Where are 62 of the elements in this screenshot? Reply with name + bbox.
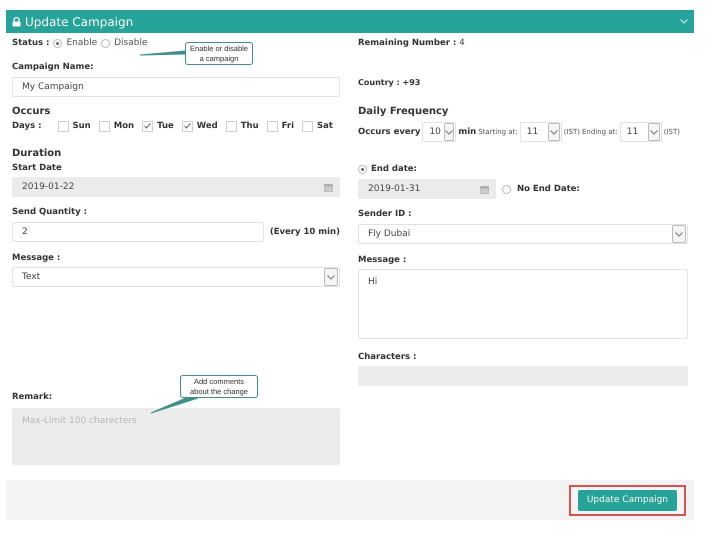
radio-label[interactable]: Enable	[66, 38, 98, 48]
campaign-name-field[interactable]: My Campaign	[12, 77, 340, 97]
occurs-heading: Occurs	[12, 105, 50, 119]
day-label[interactable]: Mon	[114, 121, 134, 131]
chevron-down-icon	[675, 232, 683, 236]
start-date-label: Start Date	[12, 162, 62, 175]
no-end-date-label[interactable]: No End Date:	[517, 182, 580, 196]
sender-id-select[interactable]: Fly Dubai	[358, 224, 688, 244]
calendar-icon	[324, 182, 332, 192]
remark-label: Remark:	[12, 391, 52, 404]
panel-title: Update Campaign	[25, 14, 134, 28]
day-label[interactable]: Sun	[72, 121, 91, 131]
end-date-label[interactable]: End date:	[371, 162, 417, 176]
radio-button[interactable]	[358, 164, 367, 174]
message-label: Message :	[358, 254, 406, 267]
checkbox[interactable]	[266, 120, 278, 132]
collapse-icon	[680, 19, 688, 24]
chevron-down-icon	[327, 274, 335, 280]
day-label[interactable]: Wed	[196, 121, 218, 131]
unit-label: min	[458, 126, 476, 139]
calendar-icon	[480, 184, 488, 194]
campaign-name-label: Campaign Name:	[12, 61, 94, 74]
days-label: Days :	[12, 120, 42, 133]
checkbox[interactable]	[142, 120, 154, 132]
chevron-down-icon	[445, 130, 454, 134]
checkbox[interactable]	[98, 120, 110, 132]
duration-heading: Duration	[12, 147, 62, 161]
status-label: Status :	[12, 37, 50, 50]
radio-button[interactable]	[53, 38, 62, 48]
send-quantity-label: Send Quantity :	[12, 206, 87, 219]
send-quantity-field[interactable]: 2	[12, 222, 264, 242]
daily-frequency-heading: Daily Frequency	[358, 105, 448, 119]
end-date-field[interactable]: 2019-01-31	[358, 179, 496, 199]
message-field[interactable]: Hi	[358, 269, 688, 339]
lock-icon	[12, 16, 21, 26]
chevron-down-icon	[650, 130, 658, 134]
start-time-select[interactable]: 11	[520, 122, 562, 142]
characters-label: Characters :	[358, 351, 416, 364]
interval-note: (Every 10 min)	[270, 226, 340, 239]
day-label[interactable]: Sat	[317, 121, 333, 131]
radio-button[interactable]	[101, 38, 110, 48]
radio-button[interactable]	[502, 184, 511, 194]
callout-pointer	[140, 50, 186, 58]
remaining-number: Remaining Number : 4	[358, 37, 465, 50]
occurs-every-label: Occurs every	[358, 126, 420, 139]
checkbox[interactable]	[182, 120, 193, 132]
message-type-label: Message :	[12, 252, 60, 265]
checkbox[interactable]	[302, 120, 313, 132]
interval-select[interactable]: 10	[422, 122, 456, 142]
message-type-select[interactable]: Text	[12, 267, 340, 287]
checkbox[interactable]	[58, 120, 68, 132]
chevron-down-icon	[550, 130, 558, 134]
day-label[interactable]: Thu	[240, 121, 259, 131]
checkbox[interactable]	[226, 120, 237, 132]
radio-label[interactable]: Disable	[114, 38, 148, 48]
day-label[interactable]: Tue	[157, 121, 174, 131]
callout-pointer	[150, 396, 200, 414]
day-label[interactable]: Fri	[282, 121, 294, 131]
start-date-field[interactable]: 2019-01-22	[12, 177, 340, 197]
country-code: Country : +93	[358, 77, 420, 89]
sender-id-label: Sender ID :	[358, 208, 412, 221]
end-time-select[interactable]: 11	[620, 122, 662, 142]
